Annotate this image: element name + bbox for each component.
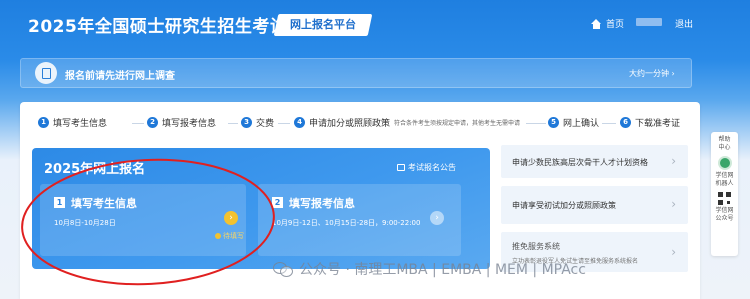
chevron-right-icon: › <box>671 154 676 168</box>
step-connector <box>228 123 238 124</box>
side-item-label: 申请少数民族高层次骨干人才计划资格 <box>512 158 648 167</box>
step-label: 下载准考证 <box>635 119 681 129</box>
online-registration-card: 2025年网上报名 考试报名公告 1 填写考生信息 10月8日-10月28日 ›… <box>32 148 490 269</box>
robot-icon <box>717 156 732 170</box>
step-1: 1 填写考生信息 <box>38 116 107 129</box>
qr-code-icon <box>718 192 731 205</box>
step-progress: 1 填写考生信息 2 填写报考信息 3 交费 4 申请加分或照顾政策 符合条件考… <box>36 116 696 132</box>
step-3: 3 交费 <box>241 116 274 129</box>
home-link[interactable]: 首页 <box>591 17 624 30</box>
survey-time: 大约一分钟 › <box>629 68 675 79</box>
username-redacted <box>636 18 662 26</box>
chevron-right-icon: › <box>671 245 676 259</box>
chevron-right-icon[interactable]: › <box>224 211 238 225</box>
step-note: 符合条件考生须按规定申请，其他考生无需申请 <box>394 120 521 127</box>
step-number: 4 <box>294 117 305 128</box>
status-label: 待填写 <box>223 232 244 240</box>
step-number: 1 <box>38 117 49 128</box>
site-title: 2025年全国硕士研究生招生考试 <box>28 17 288 37</box>
floating-toolbar: 帮助中心 学信网机器人 学信网公众号 <box>711 132 738 256</box>
survey-text: 报名前请先进行网上调查 <box>65 71 175 82</box>
notice-icon <box>397 164 405 171</box>
step-number: 5 <box>548 117 559 128</box>
survey-banner[interactable]: 报名前请先进行网上调查 大约一分钟 › <box>20 58 692 88</box>
home-label: 首页 <box>606 20 625 30</box>
side-item-label: 申请享受初试加分或照顾政策 <box>512 201 616 210</box>
side-item-label: 推免服务系统 <box>512 242 560 251</box>
step-2: 2 填写报考信息 <box>147 116 216 129</box>
robot-label: 学信网机器人 <box>715 172 734 187</box>
survey-time-label: 大约一分钟 <box>629 69 669 78</box>
fill-application-info-card[interactable]: 2 填写报考信息 10月9日-12日、10月15日-28日，9:00-22:00… <box>258 184 461 256</box>
card-title: 填写考生信息 <box>71 197 137 210</box>
step-number: 6 <box>620 117 631 128</box>
card-title: 填写报考信息 <box>289 197 355 210</box>
chevron-right-icon: › <box>671 69 675 78</box>
step-label: 填写报考信息 <box>162 119 217 129</box>
help-center-label: 帮助中心 <box>718 136 731 151</box>
wechat-account-button[interactable]: 学信网公众号 <box>714 192 736 223</box>
wechat-icon <box>273 261 293 277</box>
step-connector <box>278 123 290 124</box>
help-center-button[interactable]: 帮助中心 <box>718 136 732 152</box>
status-badge: 待填写 <box>215 231 244 241</box>
step-5: 5 网上确认 <box>548 116 599 129</box>
step-4: 4 申请加分或照顾政策 符合条件考生须按规定申请，其他考生无需申请 <box>294 116 520 129</box>
exam-notice-label: 考试报名公告 <box>408 163 456 172</box>
logout-link[interactable]: 退出 <box>675 17 693 30</box>
robot-button[interactable]: 学信网机器人 <box>714 156 736 188</box>
chevron-right-icon[interactable]: › <box>430 211 444 225</box>
step-connector <box>526 123 546 124</box>
minority-program-item[interactable]: 申请少数民族高层次骨干人才计划资格 › <box>501 145 688 178</box>
platform-tag-label: 网上报名平台 <box>290 18 356 31</box>
card-number: 2 <box>272 197 283 208</box>
registration-title: 2025年网上报名 <box>44 162 146 177</box>
card-number: 1 <box>54 197 65 208</box>
watermark: 公众号 · 南理工MBA | EMBA | MEM | MPAcc <box>273 259 586 279</box>
chevron-right-icon: › <box>671 197 676 211</box>
step-6: 6 下载准考证 <box>620 116 680 129</box>
step-label: 交费 <box>256 119 275 129</box>
platform-tag: 网上报名平台 <box>273 14 373 36</box>
step-label: 填写考生信息 <box>53 119 108 129</box>
wechat-account-label: 学信网公众号 <box>715 207 734 222</box>
home-icon <box>591 18 602 29</box>
survey-icon <box>35 62 57 84</box>
exam-notice-link[interactable]: 考试报名公告 <box>397 162 456 173</box>
step-label: 网上确认 <box>563 119 600 129</box>
watermark-text: 公众号 · 南理工MBA | EMBA | MEM | MPAcc <box>299 262 586 278</box>
step-number: 3 <box>241 117 252 128</box>
step-label: 申请加分或照顾政策 <box>309 119 391 129</box>
card-dates: 10月8日-10月28日 <box>54 219 116 227</box>
step-connector <box>132 123 144 124</box>
fill-examinee-info-card[interactable]: 1 填写考生信息 10月8日-10月28日 › 待填写 <box>40 184 246 256</box>
status-dot-icon <box>215 233 221 239</box>
top-header: 2025年全国硕士研究生招生考试 网上报名平台 首页 退出 <box>0 0 750 50</box>
bonus-policy-item[interactable]: 申请享受初试加分或照顾政策 › <box>501 186 688 224</box>
card-dates: 10月9日-12日、10月15日-28日，9:00-22:00 <box>272 219 421 227</box>
step-connector <box>602 123 616 124</box>
step-number: 2 <box>147 117 158 128</box>
